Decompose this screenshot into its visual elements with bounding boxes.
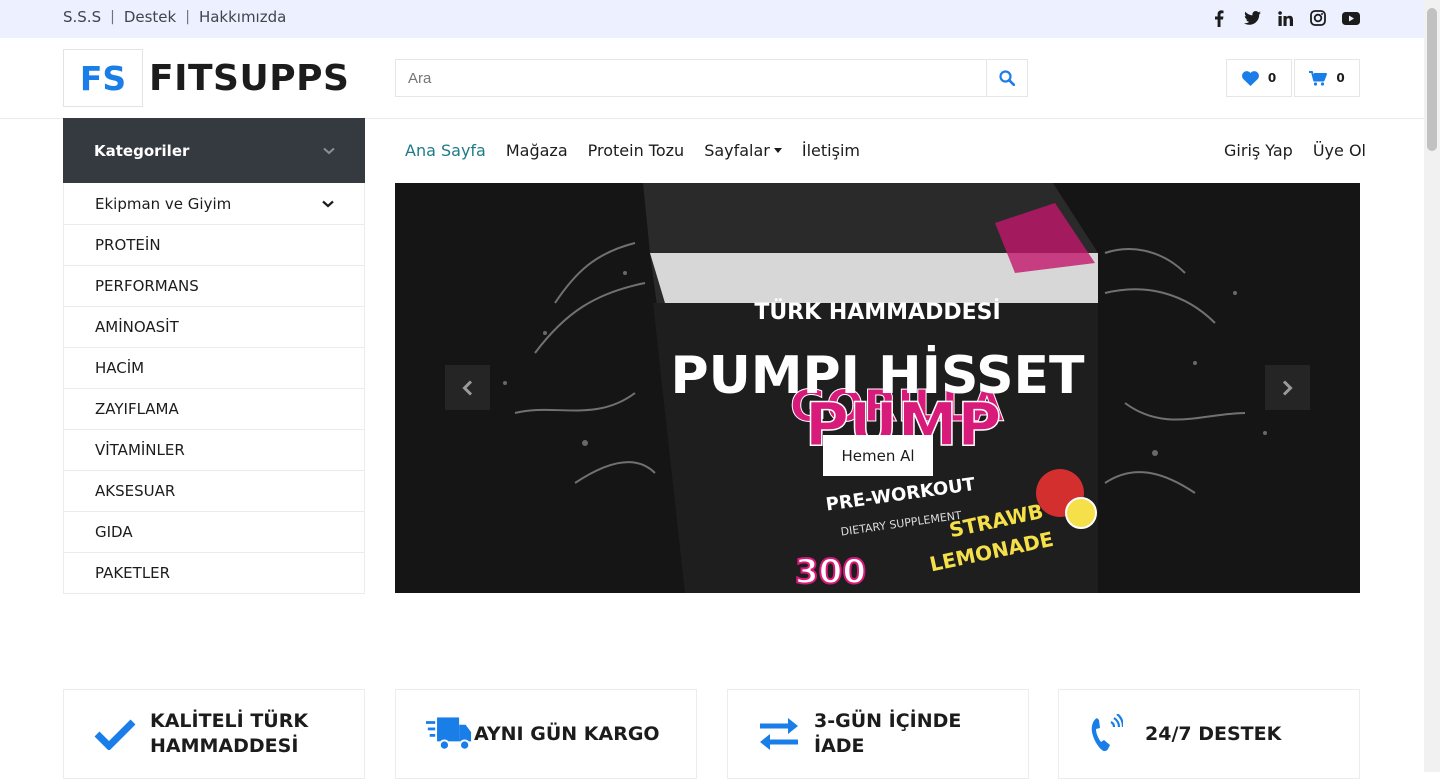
category-label: AKSESUAR	[95, 482, 176, 500]
feature-shipping: AYNI GÜN KARGO	[395, 689, 697, 779]
search-icon	[999, 70, 1015, 86]
feature-title-line2: İADE	[814, 735, 865, 757]
feature-quality: KALİTELİ TÜRK HAMMADDESİ	[63, 689, 365, 779]
chevron-right-icon	[1282, 379, 1293, 396]
category-label: ZAYIFLAMA	[95, 400, 179, 418]
category-list: Ekipman ve Giyim PROTEİN PERFORMANS AMİN…	[63, 183, 365, 594]
category-item[interactable]: PAKETLER	[64, 552, 364, 593]
nav-shop[interactable]: Mağaza	[506, 141, 568, 160]
search-bar	[395, 59, 1028, 97]
shipping-icon	[426, 717, 472, 751]
separator: |	[185, 9, 190, 25]
feature-returns: 3-GÜN İÇİNDE İADE	[727, 689, 1029, 779]
category-item[interactable]: PROTEİN	[64, 224, 364, 265]
chevron-down-icon	[323, 147, 335, 154]
scrollbar-thumb[interactable]	[1427, 8, 1437, 151]
cart-count: 0	[1336, 71, 1345, 85]
carousel-next-button[interactable]	[1265, 365, 1310, 410]
category-item[interactable]: AMİNOASİT	[64, 306, 364, 347]
feature-title: KALİTELİ TÜRK	[150, 710, 309, 732]
carousel-prev-button[interactable]	[445, 365, 490, 410]
twitter-icon[interactable]	[1243, 9, 1261, 27]
facebook-icon[interactable]	[1210, 9, 1228, 27]
category-label: PROTEİN	[95, 236, 161, 254]
feature-title: 3-GÜN İÇİNDE	[814, 710, 962, 732]
page-scrollbar[interactable]	[1424, 0, 1440, 772]
login-link[interactable]: Giriş Yap	[1224, 141, 1293, 160]
youtube-icon[interactable]	[1342, 9, 1360, 27]
chevron-down-icon	[322, 200, 334, 207]
hero-title: PUMPI HİSSET	[670, 346, 1085, 406]
feature-support: 24/7 DESTEK	[1058, 689, 1360, 779]
category-label: PAKETLER	[95, 564, 171, 582]
category-item[interactable]: Ekipman ve Giyim	[64, 183, 364, 224]
cart-button[interactable]: 0	[1294, 59, 1360, 97]
site-logo[interactable]: FS FITSUPPS	[63, 49, 349, 107]
support-link[interactable]: Destek	[124, 8, 176, 26]
top-bar: S.S.S | Destek | Hakkımızda	[0, 0, 1424, 38]
hero-carousel: GORILLA PUMP PRE-WORKOUT DIETARY SUPPLEM…	[395, 183, 1360, 593]
category-label: GIDA	[95, 523, 133, 541]
search-button[interactable]	[986, 60, 1027, 96]
svg-text:300: 300	[795, 552, 866, 592]
category-label: VİTAMİNLER	[95, 441, 185, 459]
nav-protein-powder[interactable]: Protein Tozu	[588, 141, 685, 160]
phone-icon	[1091, 714, 1123, 752]
logo-name: FITSUPPS	[149, 57, 350, 99]
cart-icon	[1309, 70, 1328, 86]
hero-subtitle: TÜRK HAMMADDESİ	[754, 300, 1001, 325]
exchange-icon	[760, 718, 798, 750]
wishlist-button[interactable]: 0	[1226, 59, 1292, 97]
shop-now-button[interactable]: Hemen Al	[823, 435, 933, 476]
categories-title: Kategoriler	[94, 141, 190, 160]
chevron-left-icon	[462, 379, 473, 396]
category-label: AMİNOASİT	[95, 318, 179, 336]
nav-contact[interactable]: İletişim	[802, 141, 860, 160]
faq-link[interactable]: S.S.S	[63, 8, 101, 26]
category-item[interactable]: HACİM	[64, 347, 364, 388]
nav-pages-dropdown[interactable]: Sayfalar	[704, 141, 782, 160]
category-label: Ekipman ve Giyim	[95, 194, 232, 213]
feature-title: 24/7 DESTEK	[1145, 722, 1282, 745]
linkedin-icon[interactable]	[1276, 9, 1294, 27]
nav-home[interactable]: Ana Sayfa	[405, 141, 486, 160]
category-item[interactable]: GIDA	[64, 511, 364, 552]
account-nav: Giriş Yap Üye Ol	[1224, 141, 1366, 160]
logo-mark: FS	[63, 49, 143, 107]
check-icon	[94, 719, 136, 750]
category-label: PERFORMANS	[95, 277, 199, 295]
top-links: S.S.S | Destek | Hakkımızda	[63, 8, 286, 26]
search-input[interactable]	[396, 60, 986, 96]
feature-title-line2: HAMMADDESİ	[150, 735, 299, 757]
about-link[interactable]: Hakkımızda	[199, 8, 286, 26]
wishlist-count: 0	[1267, 71, 1277, 85]
social-links	[1210, 9, 1360, 27]
heart-icon	[1241, 70, 1259, 86]
register-link[interactable]: Üye Ol	[1313, 141, 1366, 160]
category-item[interactable]: ZAYIFLAMA	[64, 388, 364, 429]
category-item[interactable]: AKSESUAR	[64, 470, 364, 511]
category-item[interactable]: PERFORMANS	[64, 265, 364, 306]
feature-title: AYNI GÜN KARGO	[474, 722, 660, 745]
category-item[interactable]: VİTAMİNLER	[64, 429, 364, 470]
site-header: FS FITSUPPS 0 0	[0, 38, 1424, 119]
instagram-icon[interactable]	[1309, 9, 1327, 27]
main-nav: Ana Sayfa Mağaza Protein Tozu Sayfalar İ…	[405, 141, 860, 160]
separator: |	[110, 9, 115, 25]
category-label: HACİM	[95, 359, 145, 377]
categories-toggle[interactable]: Kategoriler	[63, 118, 365, 183]
